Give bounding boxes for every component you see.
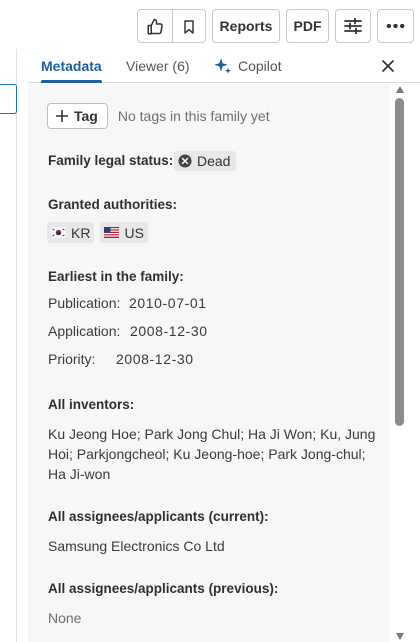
metadata-panel: Tag No tags in this family yet Family le…: [28, 84, 390, 642]
status-value: Dead: [197, 153, 231, 169]
tags-row: Tag No tags in this family yet: [47, 103, 270, 129]
tab-copilot[interactable]: Copilot: [214, 49, 282, 83]
close-circle-icon: [178, 154, 192, 168]
document-search-field[interactable]: [0, 84, 17, 114]
more-options-button[interactable]: [377, 9, 414, 43]
inventors-label: All inventors:: [48, 397, 135, 412]
priority-date: 2008-12-30: [116, 351, 194, 367]
sparkle-icon: [214, 58, 232, 74]
publication-label: Publication:: [48, 295, 121, 311]
inventors-line-2: Hoi; Parkjongcheol; Ku Jeong-hoe; Park J…: [48, 446, 366, 462]
south-korea-flag-icon: [51, 227, 66, 238]
application-label: Application:: [48, 323, 121, 339]
priority-label: Priority:: [48, 351, 96, 367]
tab-viewer[interactable]: Viewer (6): [126, 49, 190, 83]
plus-icon: [56, 110, 68, 122]
reports-button[interactable]: Reports: [212, 9, 280, 43]
assignees-current-label: All assignees/applicants (current):: [48, 509, 269, 524]
application-date: 2008-12-30: [130, 323, 208, 339]
document-pane-edge: [0, 49, 17, 642]
priority-row: Priority: 2008-12-30: [48, 351, 194, 367]
tags-empty-text: No tags in this family yet: [117, 108, 270, 124]
status-badge: Dead: [174, 151, 237, 171]
scroll-down-arrow-icon[interactable]: [396, 633, 404, 640]
authorities-list: KR US: [47, 222, 148, 243]
display-settings-button[interactable]: [335, 9, 371, 43]
united-states-flag-icon: [104, 227, 120, 238]
inventors-line-3: Ha Ji-won: [48, 466, 111, 482]
feedback-button-group: [137, 9, 206, 43]
authority-kr: KR: [47, 222, 95, 243]
publication-date: 2010-07-01: [129, 295, 207, 311]
tab-metadata[interactable]: Metadata: [41, 49, 102, 83]
assignees-previous-label: All assignees/applicants (previous):: [48, 581, 279, 596]
assignees-previous-value: None: [48, 610, 82, 626]
bookmark-icon: [184, 20, 194, 34]
application-row: Application: 2008-12-30: [48, 323, 208, 339]
authority-code: KR: [71, 224, 91, 241]
panel-tabs: Metadata Viewer (6) Copilot: [28, 49, 420, 83]
close-icon: [382, 60, 394, 72]
add-tag-label: Tag: [74, 108, 98, 124]
inventors-line-1: Ku Jeong Hoe; Park Jong Chul; Ha Ji Won;…: [48, 426, 376, 442]
top-toolbar: Reports PDF: [137, 9, 414, 43]
app-root: Reports PDF Metadata Viewer (6) Copilot …: [0, 0, 420, 642]
publication-row: Publication: 2010-07-01: [48, 295, 207, 311]
legal-status-label: Family legal status:: [48, 153, 174, 168]
authorities-label: Granted authorities:: [48, 197, 178, 212]
earliest-label: Earliest in the family:: [48, 269, 184, 284]
tab-copilot-label: Copilot: [238, 58, 282, 74]
bookmark-button[interactable]: [172, 10, 205, 42]
panel-scrollbar[interactable]: [395, 84, 405, 642]
scroll-up-arrow-icon[interactable]: [396, 86, 404, 93]
like-button[interactable]: [138, 10, 172, 42]
sliders-icon: [344, 18, 362, 34]
authority-code: US: [124, 224, 144, 241]
close-panel-button[interactable]: [378, 56, 398, 76]
more-horizontal-icon: [386, 23, 405, 29]
add-tag-button[interactable]: Tag: [47, 103, 108, 129]
pdf-button[interactable]: PDF: [286, 9, 329, 43]
assignees-current-value: Samsung Electronics Co Ltd: [48, 538, 225, 554]
scrollbar-thumb[interactable]: [395, 98, 404, 426]
thumbs-up-icon: [147, 18, 163, 35]
authority-us: US: [100, 222, 148, 243]
